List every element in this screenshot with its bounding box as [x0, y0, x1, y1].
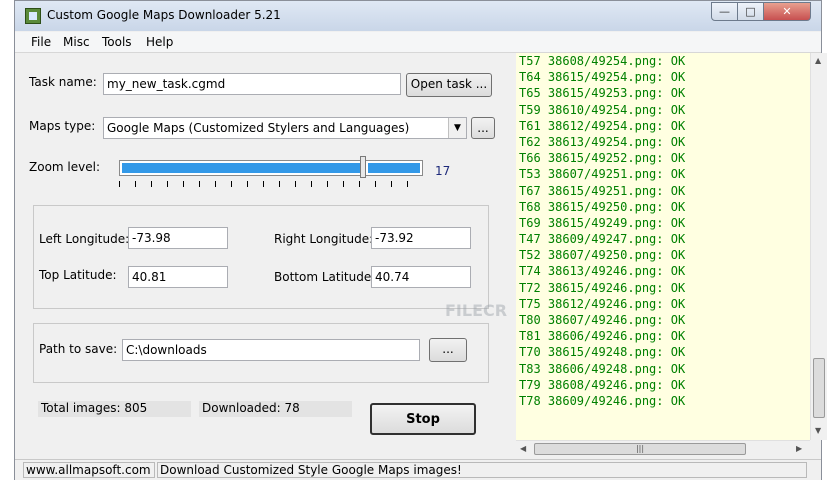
maps-type-label: Maps type: — [29, 119, 96, 133]
left-longitude-input[interactable]: -73.98 — [128, 227, 228, 249]
title-bar: Custom Google Maps Downloader 5.21 — □ ✕ — [15, 1, 821, 31]
log-line: T81 38606/49246.png: OK — [519, 329, 686, 344]
app-icon — [25, 8, 41, 24]
top-latitude-input[interactable]: 40.81 — [128, 266, 228, 288]
log-line: T68 38615/49250.png: OK — [519, 199, 686, 214]
zoom-value: 17 — [435, 164, 451, 178]
log-line: T61 38612/49254.png: OK — [519, 118, 686, 133]
task-name-label: Task name: — [29, 75, 97, 89]
path-browse-button[interactable]: ... — [429, 338, 467, 362]
log-line: T52 38607/49250.png: OK — [519, 248, 686, 263]
log-horizontal-scrollbar[interactable]: ◀ ||| ▶ — [516, 440, 810, 457]
log-line: T66 38615/49252.png: OK — [519, 151, 686, 166]
log-list: T57 38608/49254.png: OK T64 38615/49254.p… — [516, 53, 810, 409]
scroll-up-icon[interactable]: ▲ — [815, 56, 821, 65]
log-line: T75 38612/49246.png: OK — [519, 296, 686, 311]
log-line: T67 38615/49251.png: OK — [519, 183, 686, 198]
app-window: Custom Google Maps Downloader 5.21 — □ ✕… — [14, 0, 827, 480]
downloaded-count: Downloaded: 78 — [199, 401, 352, 417]
horizontal-scroll-thumb[interactable]: ||| — [534, 443, 746, 455]
top-latitude-label: Top Latitude: — [39, 268, 117, 282]
vertical-scroll-thumb[interactable] — [813, 358, 825, 418]
log-line: T59 38610/49254.png: OK — [519, 102, 686, 117]
zoom-slider[interactable] — [119, 160, 423, 176]
zoom-level-label: Zoom level: — [29, 160, 100, 174]
window-title: Custom Google Maps Downloader 5.21 — [47, 8, 281, 22]
log-line: T65 38615/49253.png: OK — [519, 86, 686, 101]
task-name-input[interactable]: my_new_task.cgmd — [103, 73, 401, 95]
status-website: www.allmapsoft.com — [23, 462, 155, 478]
log-panel[interactable]: T57 38608/49254.png: OK T64 38615/49254.p… — [516, 53, 810, 440]
log-line: T64 38615/49254.png: OK — [519, 70, 686, 85]
scroll-right-icon[interactable]: ▶ — [796, 444, 802, 453]
close-button[interactable]: ✕ — [763, 2, 811, 21]
minimize-button[interactable]: — — [711, 2, 738, 21]
log-line: T70 38615/49248.png: OK — [519, 345, 686, 360]
path-input[interactable]: C:\downloads — [122, 339, 420, 361]
open-task-button[interactable]: Open task ... — [406, 73, 492, 97]
log-vertical-scrollbar[interactable]: ▲ ▼ — [810, 53, 827, 440]
right-longitude-input[interactable]: -73.92 — [371, 227, 471, 249]
maps-type-selected: Google Maps (Customized Stylers and Lang… — [107, 121, 410, 135]
log-line: T74 38613/49246.png: OK — [519, 264, 686, 279]
zoom-ticks — [119, 181, 423, 187]
status-message: Download Customized Style Google Maps im… — [157, 462, 807, 478]
stop-button[interactable]: Stop — [370, 403, 476, 435]
menu-tools[interactable]: Tools — [102, 35, 132, 49]
maps-type-select[interactable]: Google Maps (Customized Stylers and Lang… — [103, 117, 467, 139]
maximize-button[interactable]: □ — [737, 2, 764, 21]
menu-misc[interactable]: Misc — [63, 35, 90, 49]
log-line: T53 38607/49251.png: OK — [519, 167, 686, 182]
path-group: Path to save: C:\downloads ... — [33, 323, 489, 383]
zoom-slider-thumb[interactable] — [360, 156, 366, 178]
watermark: FILECR — [445, 301, 508, 320]
path-label: Path to save: — [39, 342, 118, 356]
right-longitude-label: Right Longitude: — [274, 232, 374, 246]
bottom-latitude-input[interactable]: 40.74 — [371, 266, 471, 288]
scroll-left-icon[interactable]: ◀ — [520, 444, 526, 453]
log-line: T69 38615/49249.png: OK — [519, 215, 686, 230]
log-line: T83 38606/49248.png: OK — [519, 361, 686, 376]
menu-bar: File Misc Tools Help — [15, 32, 821, 53]
log-line: T78 38609/49246.png: OK — [519, 393, 686, 408]
bottom-latitude-label: Bottom Latitude: — [274, 270, 376, 284]
coordinates-group: Left Longitude: -73.98 Right Longitude: … — [33, 205, 489, 309]
status-bar: www.allmapsoft.com Download Customized S… — [15, 459, 821, 480]
log-line: T57 38608/49254.png: OK — [519, 54, 686, 68]
log-line: T72 38615/49246.png: OK — [519, 280, 686, 295]
left-longitude-label: Left Longitude: — [39, 232, 130, 246]
menu-help[interactable]: Help — [146, 35, 173, 49]
chevron-down-icon[interactable]: ▼ — [448, 118, 466, 138]
log-line: T79 38608/49246.png: OK — [519, 377, 686, 392]
log-line: T62 38613/49254.png: OK — [519, 134, 686, 149]
log-line: T47 38609/49247.png: OK — [519, 232, 686, 247]
maps-type-browse-button[interactable]: ... — [471, 117, 495, 139]
menu-file[interactable]: File — [31, 35, 51, 49]
scroll-down-icon[interactable]: ▼ — [815, 426, 821, 435]
log-line: T80 38607/49246.png: OK — [519, 313, 686, 327]
total-images: Total images: 805 — [38, 401, 191, 417]
